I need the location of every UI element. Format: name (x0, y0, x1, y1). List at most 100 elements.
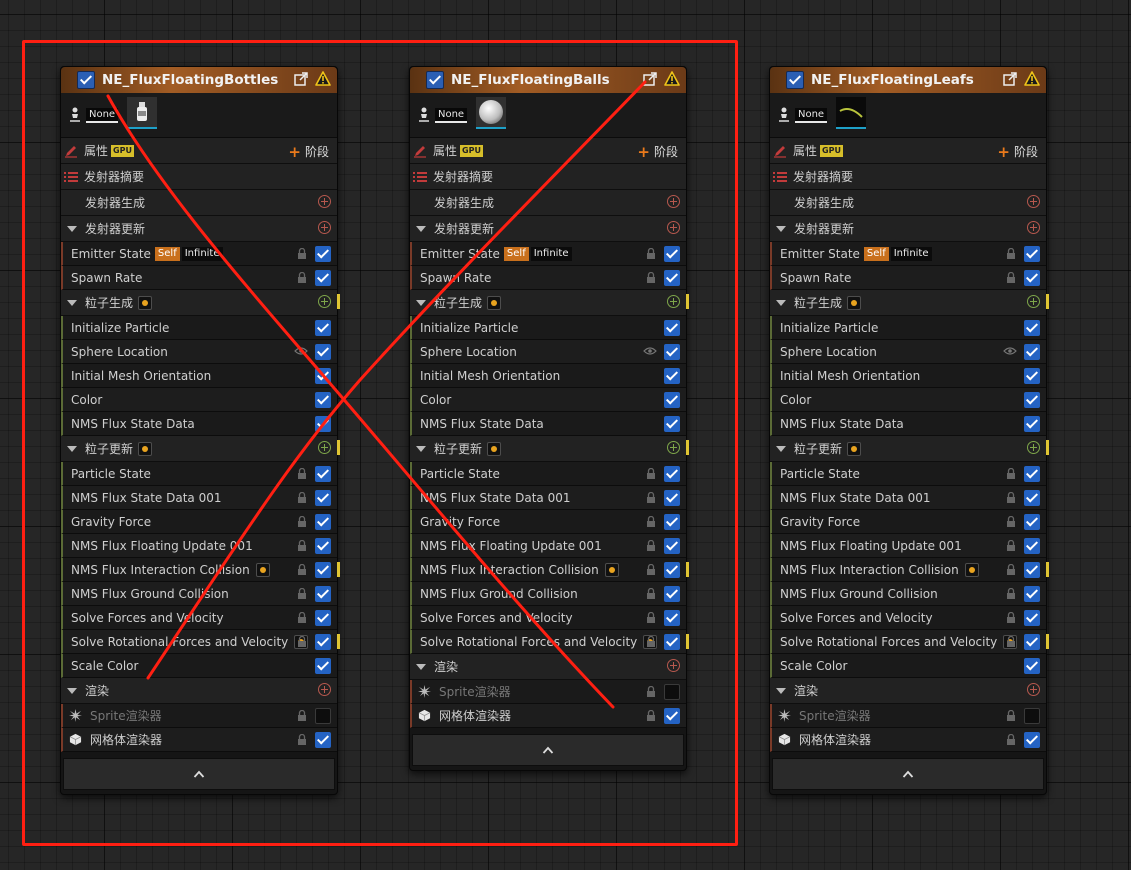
add-stage-button[interactable]: + 阶段 (288, 143, 329, 160)
module-enable-checkbox[interactable] (1024, 514, 1040, 530)
emitter-panel[interactable]: NE_FluxFloatingBalls None 属性 GPU + 阶段 发射… (409, 66, 689, 771)
module-row[interactable]: Initialize Particle (410, 316, 686, 340)
emitter-thumbnail[interactable] (836, 97, 866, 129)
module-enable-checkbox[interactable] (664, 392, 680, 408)
renderer-enable-checkbox[interactable] (1024, 708, 1040, 724)
emitter-header[interactable]: NE_FluxFloatingLeafs (770, 67, 1046, 93)
eye-icon[interactable] (643, 346, 657, 356)
emitter-update-row[interactable]: 发射器更新 (770, 216, 1046, 242)
module-row[interactable]: Initial Mesh Orientation (410, 364, 686, 388)
module-row[interactable]: Gravity Force (61, 510, 337, 534)
module-enable-checkbox[interactable] (315, 514, 331, 530)
particle-update-row[interactable]: 粒子更新 (770, 436, 1049, 462)
module-row[interactable]: Solve Rotational Forces and Velocity (61, 630, 340, 654)
module-enable-checkbox[interactable] (315, 634, 331, 650)
add-module-icon[interactable] (318, 441, 331, 454)
warning-icon[interactable] (315, 71, 331, 86)
render-row[interactable]: 渲染 (770, 678, 1046, 704)
properties-row[interactable]: 属性 GPU + 阶段 (61, 138, 337, 164)
collapse-emitter-button[interactable] (772, 758, 1044, 790)
module-row-spawn-rate[interactable]: Spawn Rate (61, 266, 337, 290)
warning-icon[interactable] (664, 71, 680, 86)
module-enable-checkbox[interactable] (315, 320, 331, 336)
module-row[interactable]: NMS Flux State Data (410, 412, 686, 436)
module-enable-checkbox[interactable] (1024, 392, 1040, 408)
emitter-update-row[interactable]: 发射器更新 (410, 216, 686, 242)
module-enable-checkbox[interactable] (315, 246, 331, 262)
render-row[interactable]: 渲染 (61, 678, 337, 704)
module-enable-checkbox[interactable] (1024, 562, 1040, 578)
add-module-icon[interactable] (1027, 295, 1040, 308)
module-row[interactable]: NMS Flux Ground Collision (410, 582, 686, 606)
module-enable-checkbox[interactable] (1024, 344, 1040, 360)
module-row[interactable]: NMS Flux State Data (61, 412, 337, 436)
module-enable-checkbox[interactable] (315, 610, 331, 626)
preview-source-label[interactable]: None (86, 108, 119, 123)
emitter-spawn-row[interactable]: 发射器生成 (410, 190, 686, 216)
module-enable-checkbox[interactable] (664, 538, 680, 554)
emitter-thumbnail[interactable] (476, 97, 506, 129)
collapse-triangle-icon[interactable] (67, 225, 77, 232)
renderer-enable-checkbox[interactable] (1024, 732, 1040, 748)
module-enable-checkbox[interactable] (1024, 634, 1040, 650)
emitter-update-row[interactable]: 发射器更新 (61, 216, 337, 242)
module-enable-checkbox[interactable] (315, 368, 331, 384)
module-row[interactable]: Solve Forces and Velocity (61, 606, 337, 630)
particle-spawn-row[interactable]: 粒子生成 (410, 290, 689, 316)
add-module-icon[interactable] (1027, 221, 1040, 234)
module-row[interactable]: NMS Flux Interaction Collision (770, 558, 1049, 582)
module-row[interactable]: Solve Rotational Forces and Velocity (410, 630, 689, 654)
particle-update-row[interactable]: 粒子更新 (410, 436, 689, 462)
open-external-icon[interactable] (294, 71, 308, 86)
emitter-spawn-row[interactable]: 发射器生成 (770, 190, 1046, 216)
module-row-emitter-state[interactable]: Emitter State Self Infinite (61, 242, 337, 266)
collapse-triangle-icon[interactable] (776, 687, 786, 694)
add-stage-button[interactable]: + 阶段 (997, 143, 1038, 160)
properties-row[interactable]: 属性 GPU + 阶段 (410, 138, 686, 164)
module-enable-checkbox[interactable] (664, 246, 680, 262)
module-enable-checkbox[interactable] (315, 490, 331, 506)
open-external-icon[interactable] (643, 71, 657, 86)
eye-icon[interactable] (1003, 346, 1017, 356)
module-enable-checkbox[interactable] (315, 538, 331, 554)
module-row[interactable]: Scale Color (770, 654, 1046, 678)
collapse-triangle-icon[interactable] (416, 445, 426, 452)
module-enable-checkbox[interactable] (1024, 658, 1040, 674)
renderer-row-mesh[interactable]: 网格体渲染器 (770, 728, 1046, 752)
module-row[interactable]: NMS Flux Interaction Collision (410, 558, 689, 582)
add-stage-button[interactable]: + 阶段 (637, 143, 678, 160)
emitter-summary-row[interactable]: 发射器摘要 (61, 164, 337, 190)
renderer-enable-checkbox[interactable] (315, 708, 331, 724)
emitter-panel[interactable]: NE_FluxFloatingBottles None 属性 GPU + 阶段 … (60, 66, 340, 795)
module-row-spawn-rate[interactable]: Spawn Rate (410, 266, 686, 290)
module-row[interactable]: Color (61, 388, 337, 412)
renderer-row-sprite[interactable]: Sprite渲染器 (61, 704, 337, 728)
add-module-icon[interactable] (1027, 441, 1040, 454)
module-enable-checkbox[interactable] (315, 270, 331, 286)
module-enable-checkbox[interactable] (664, 344, 680, 360)
module-row[interactable]: Particle State (410, 462, 686, 486)
module-row[interactable]: Sphere Location (61, 340, 337, 364)
module-enable-checkbox[interactable] (1024, 466, 1040, 482)
collapse-triangle-icon[interactable] (67, 445, 77, 452)
module-enable-checkbox[interactable] (664, 586, 680, 602)
module-row[interactable]: Initialize Particle (61, 316, 337, 340)
module-row[interactable]: Solve Forces and Velocity (770, 606, 1046, 630)
module-row[interactable]: Sphere Location (770, 340, 1046, 364)
module-row[interactable]: Initial Mesh Orientation (61, 364, 337, 388)
module-row[interactable]: NMS Flux State Data 001 (770, 486, 1046, 510)
collapse-triangle-icon[interactable] (416, 225, 426, 232)
module-row[interactable]: Initialize Particle (770, 316, 1046, 340)
renderer-enable-checkbox[interactable] (315, 732, 331, 748)
module-enable-checkbox[interactable] (1024, 586, 1040, 602)
module-enable-checkbox[interactable] (664, 466, 680, 482)
module-row[interactable]: Solve Rotational Forces and Velocity (770, 630, 1049, 654)
particle-update-row[interactable]: 粒子更新 (61, 436, 340, 462)
module-enable-checkbox[interactable] (315, 344, 331, 360)
module-enable-checkbox[interactable] (664, 416, 680, 432)
module-enable-checkbox[interactable] (664, 320, 680, 336)
emitter-summary-row[interactable]: 发射器摘要 (770, 164, 1046, 190)
module-enable-checkbox[interactable] (1024, 246, 1040, 262)
collapse-triangle-icon[interactable] (776, 299, 786, 306)
particle-spawn-row[interactable]: 粒子生成 (770, 290, 1049, 316)
